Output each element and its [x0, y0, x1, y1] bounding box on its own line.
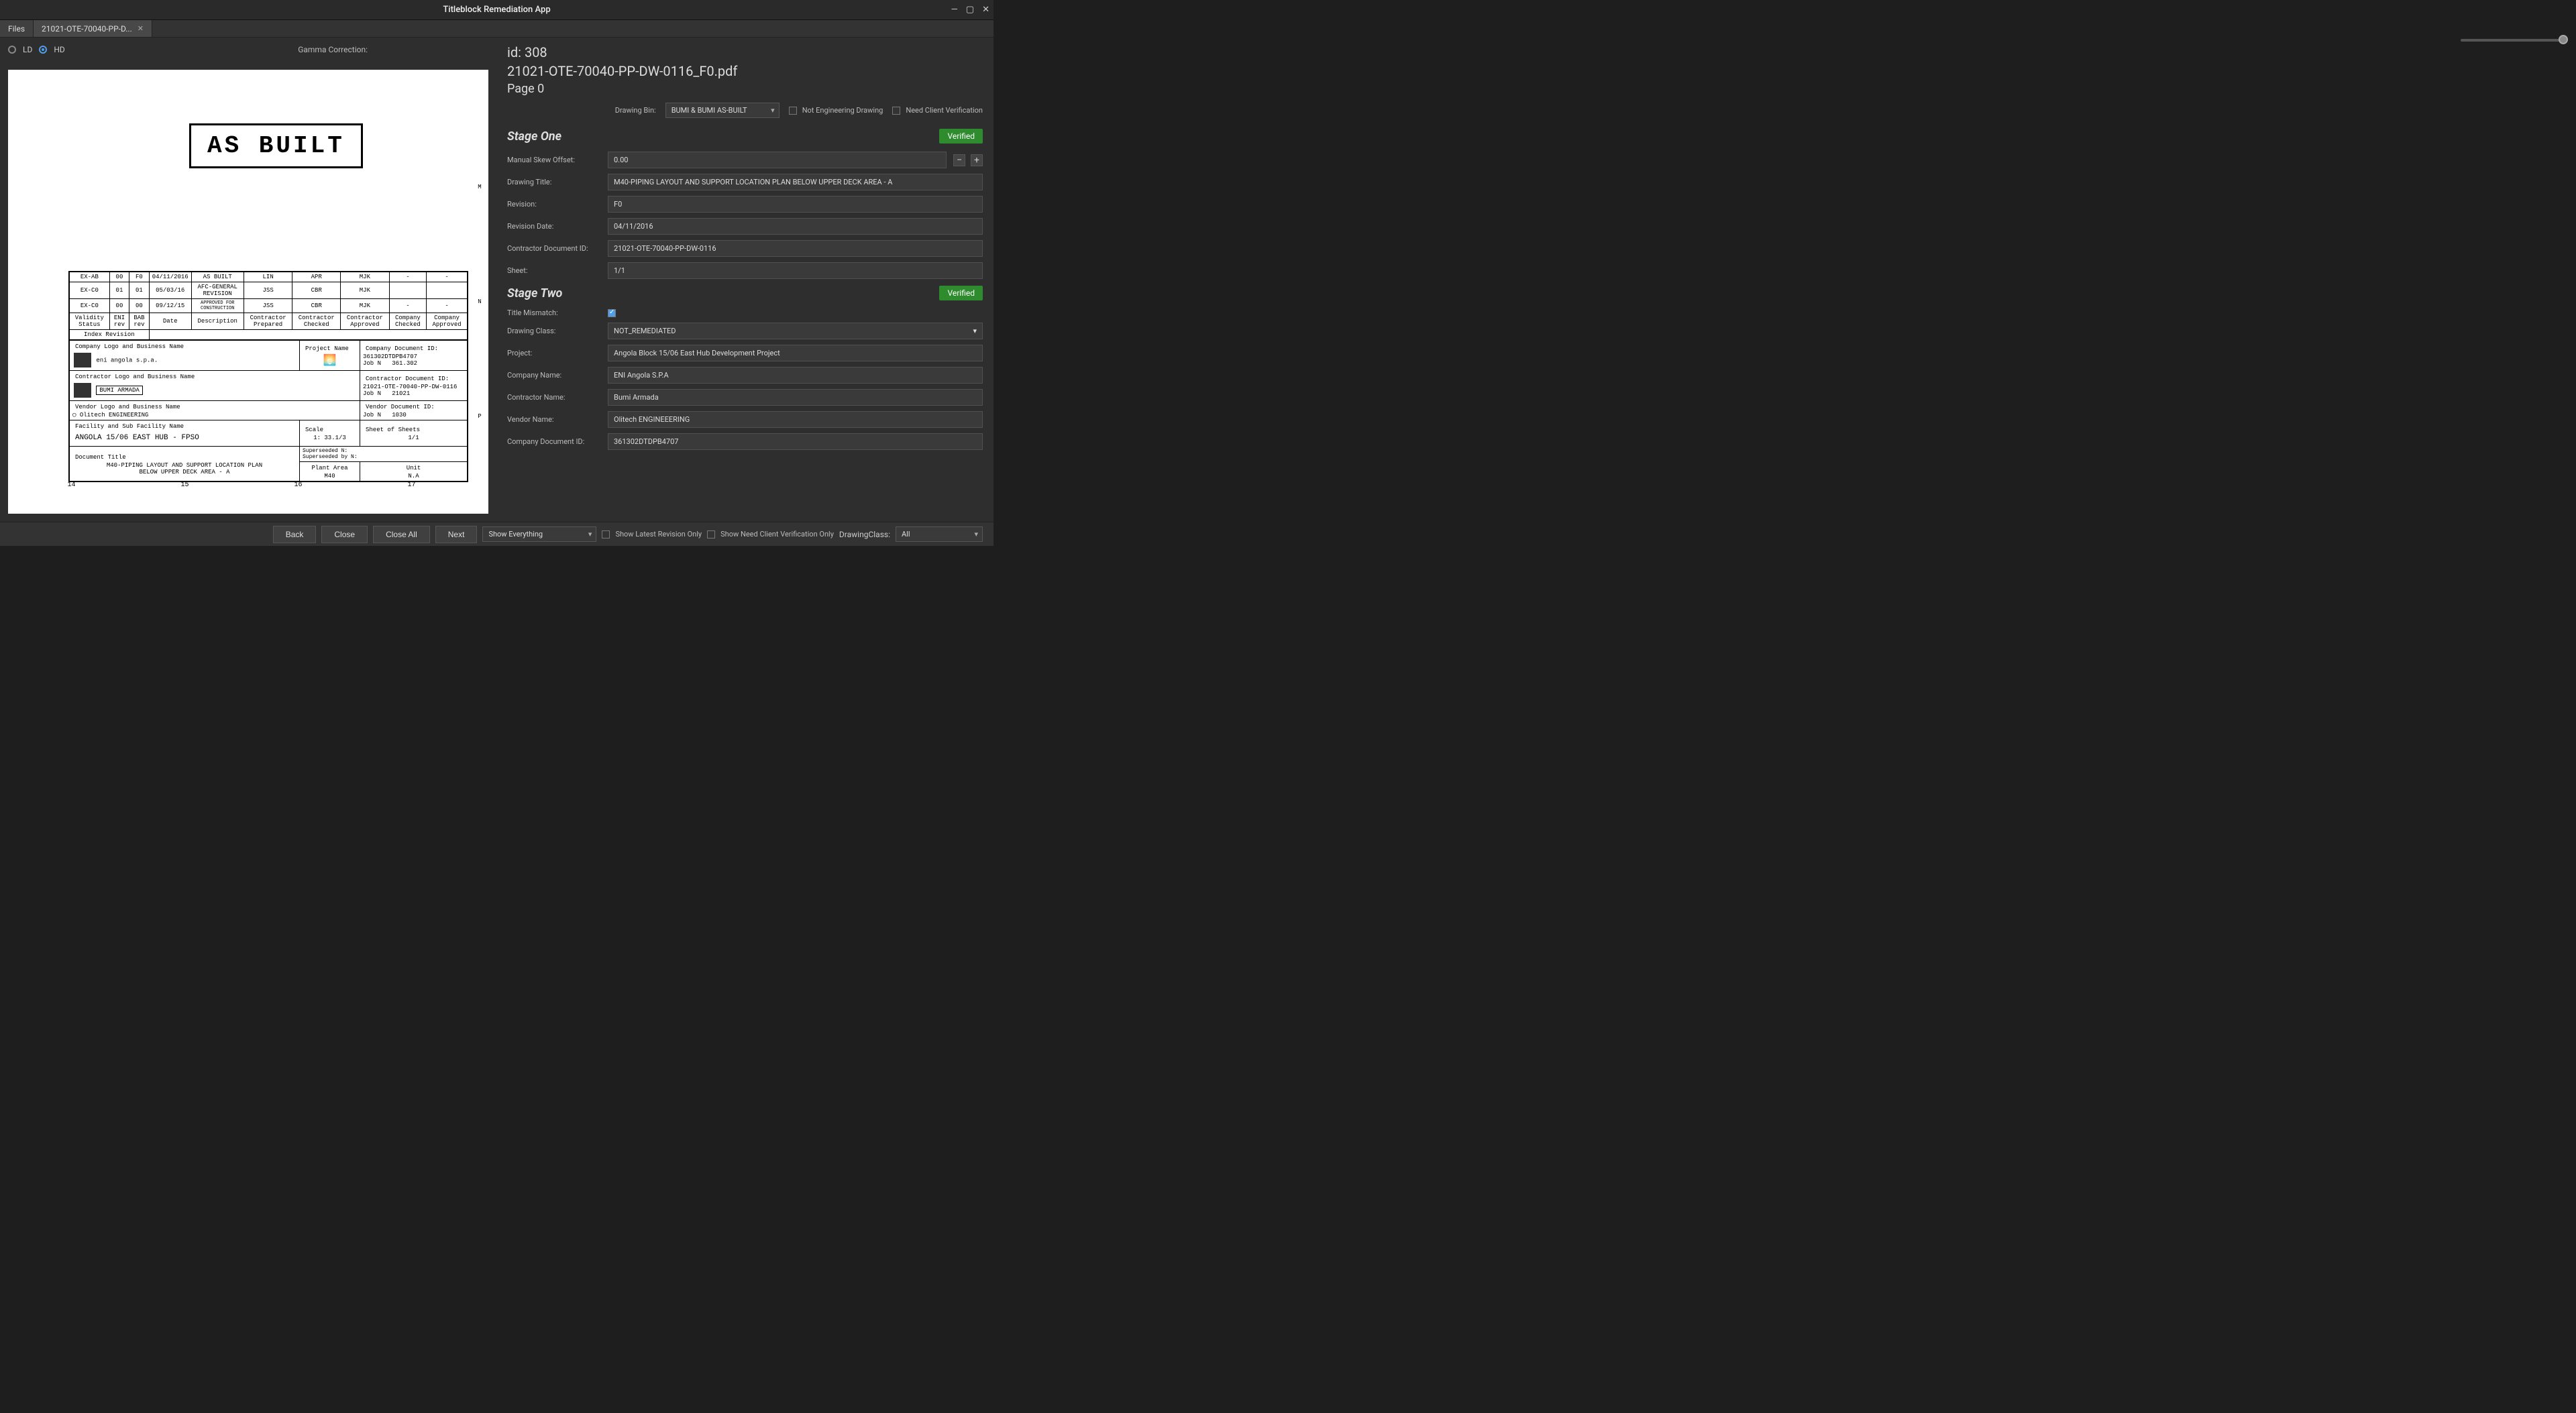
drawing-viewport[interactable]: AS BUILT M N P EX-AB 00 F0 04/11/2016 AS…	[0, 62, 496, 522]
drawing-title-input[interactable]: M40-PIPING LAYOUT AND SUPPORT LOCATION P…	[608, 174, 983, 190]
gamma-label: Gamma Correction:	[298, 45, 368, 54]
title-mismatch-label: Title Mismatch:	[507, 308, 601, 317]
stage-one-header: Stage One Verified	[507, 129, 983, 144]
drawing-title-label: Drawing Title:	[507, 178, 601, 186]
olitech-logo-icon: ◯	[72, 412, 76, 418]
tab-bar: Files 21021-OTE-70040-PP-D... ✕	[0, 20, 994, 38]
stage-two-verified-badge[interactable]: Verified	[939, 286, 983, 300]
ruler-right: M N P	[474, 130, 486, 473]
chevron-down-icon: ▾	[973, 327, 977, 335]
drawing-class-filter-label: DrawingClass:	[839, 530, 890, 539]
company-doc-input[interactable]: 361302DTDPB4707	[608, 433, 983, 450]
drawing-bin-select[interactable]: BUMI & BUMI AS-BUILT	[665, 103, 780, 118]
vendor-name-input[interactable]: Olitech ENGINEEERING	[608, 411, 983, 428]
hd-label: HD	[54, 45, 64, 54]
skew-label: Manual Skew Offset:	[507, 156, 601, 164]
close-all-button[interactable]: Close All	[373, 526, 430, 543]
back-button[interactable]: Back	[273, 526, 317, 543]
gamma-slider[interactable]	[2461, 39, 2568, 42]
maximize-icon[interactable]: ▢	[966, 5, 974, 15]
skew-minus-button[interactable]: −	[953, 154, 965, 166]
show-need-client-checkbox[interactable]: Show Need Client Verification Only	[707, 530, 834, 539]
contractor-doc-label: Contractor Document ID:	[507, 244, 601, 253]
stage-two-header: Stage Two Verified	[507, 286, 983, 300]
tab-document[interactable]: 21021-OTE-70040-PP-D... ✕	[34, 20, 152, 37]
skew-input[interactable]: 0.00	[608, 152, 947, 168]
drawing-bin-label: Drawing Bin:	[615, 106, 656, 115]
company-doc-label: Company Document ID:	[507, 437, 601, 446]
titleblock-body: Company Logo and Business Name eni angol…	[69, 340, 468, 482]
bottom-bar: Back Close Close All Next Show Everythin…	[0, 522, 994, 546]
stage-one-title: Stage One	[507, 129, 561, 144]
contractor-name-label: Contractor Name:	[507, 393, 601, 402]
drawing-sheet: AS BUILT M N P EX-AB 00 F0 04/11/2016 AS…	[8, 70, 488, 514]
sheet-input[interactable]: 1/1	[608, 262, 983, 279]
drawing-class-filter-select[interactable]: All	[896, 526, 983, 542]
page-number: Page 0	[507, 82, 983, 96]
close-window-icon[interactable]: ✕	[982, 5, 989, 15]
revision-date-label: Revision Date:	[507, 222, 601, 231]
window-controls: — ▢ ✕	[951, 5, 989, 15]
ld-radio[interactable]	[8, 46, 16, 54]
bin-row: Drawing Bin: BUMI & BUMI AS-BUILT Not En…	[507, 103, 983, 118]
drawing-class-select[interactable]: NOT_REMEDIATED ▾	[608, 323, 983, 339]
stage-one-verified-badge[interactable]: Verified	[939, 129, 983, 144]
titleblock: EX-AB 00 F0 04/11/2016 AS BUILT LIN APR …	[68, 271, 468, 482]
stage-two-title: Stage Two	[507, 286, 562, 300]
tab-files-label: Files	[8, 24, 25, 34]
contractor-name-input[interactable]: Bumi Armada	[608, 389, 983, 406]
hd-radio[interactable]	[39, 46, 47, 54]
revision-table: EX-AB 00 F0 04/11/2016 AS BUILT LIN APR …	[69, 272, 468, 340]
record-id: id: 308	[507, 44, 983, 60]
ruler-bottom: 14 15 16 17	[15, 482, 468, 491]
project-input[interactable]: Angola Block 15/06 East Hub Development …	[608, 345, 983, 361]
titlebar: Titleblock Remediation App — ▢ ✕	[0, 0, 994, 20]
bumi-logo-icon	[74, 383, 91, 398]
next-button[interactable]: Next	[435, 526, 478, 543]
not-engineering-checkbox[interactable]: Not Engineering Drawing	[789, 106, 883, 115]
show-filter-select[interactable]: Show Everything	[482, 526, 596, 542]
minimize-icon[interactable]: —	[951, 5, 958, 15]
show-latest-checkbox[interactable]: Show Latest Revision Only	[602, 530, 702, 539]
company-name-input[interactable]: ENI Angola S.P.A	[608, 367, 983, 384]
tab-files[interactable]: Files	[0, 20, 34, 37]
project-label: Project:	[507, 349, 601, 357]
file-name: 21021-OTE-70040-PP-DW-0116_F0.pdf	[507, 63, 983, 79]
asbuilt-stamp: AS BUILT	[189, 123, 363, 168]
ld-label: LD	[23, 45, 32, 54]
resolution-radio-group: LD HD	[8, 45, 65, 54]
window-title: Titleblock Remediation App	[443, 5, 550, 15]
viewer-pane: LD HD Gamma Correction: AS BUILT M N P	[0, 38, 496, 522]
tab-document-label: 21021-OTE-70040-PP-D...	[42, 24, 132, 34]
title-mismatch-checkbox[interactable]	[608, 309, 616, 317]
revision-input[interactable]: F0	[608, 196, 983, 213]
drawing-class-label: Drawing Class:	[507, 327, 601, 335]
form-pane: id: 308 21021-OTE-70040-PP-DW-0116_F0.pd…	[496, 38, 994, 522]
revision-date-input[interactable]: 04/11/2016	[608, 218, 983, 235]
contractor-doc-input[interactable]: 21021-OTE-70040-PP-DW-0116	[608, 240, 983, 257]
sheet-label: Sheet:	[507, 266, 601, 275]
need-client-checkbox[interactable]: Need Client Verification	[892, 106, 983, 115]
eni-logo-icon	[74, 353, 91, 368]
company-name-label: Company Name:	[507, 371, 601, 380]
revision-label: Revision:	[507, 200, 601, 209]
vendor-name-label: Vendor Name:	[507, 415, 601, 424]
tab-close-icon[interactable]: ✕	[138, 24, 144, 33]
close-button[interactable]: Close	[321, 526, 368, 543]
viewer-toolbar: LD HD Gamma Correction:	[0, 38, 496, 62]
skew-plus-button[interactable]: +	[971, 154, 983, 166]
